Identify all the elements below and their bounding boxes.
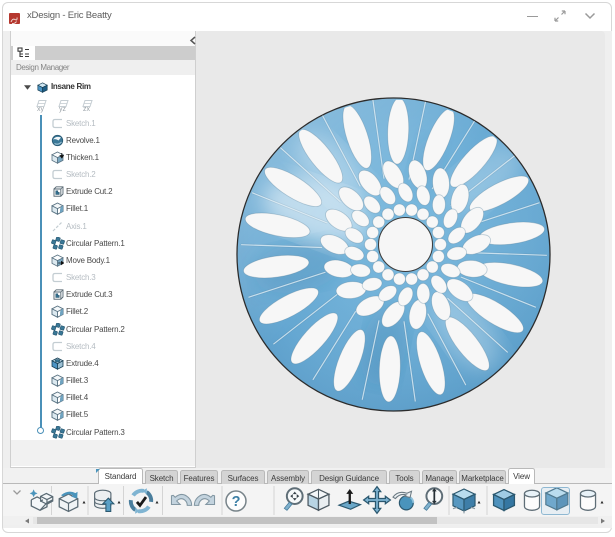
svg-text:?: ?: [232, 494, 241, 510]
